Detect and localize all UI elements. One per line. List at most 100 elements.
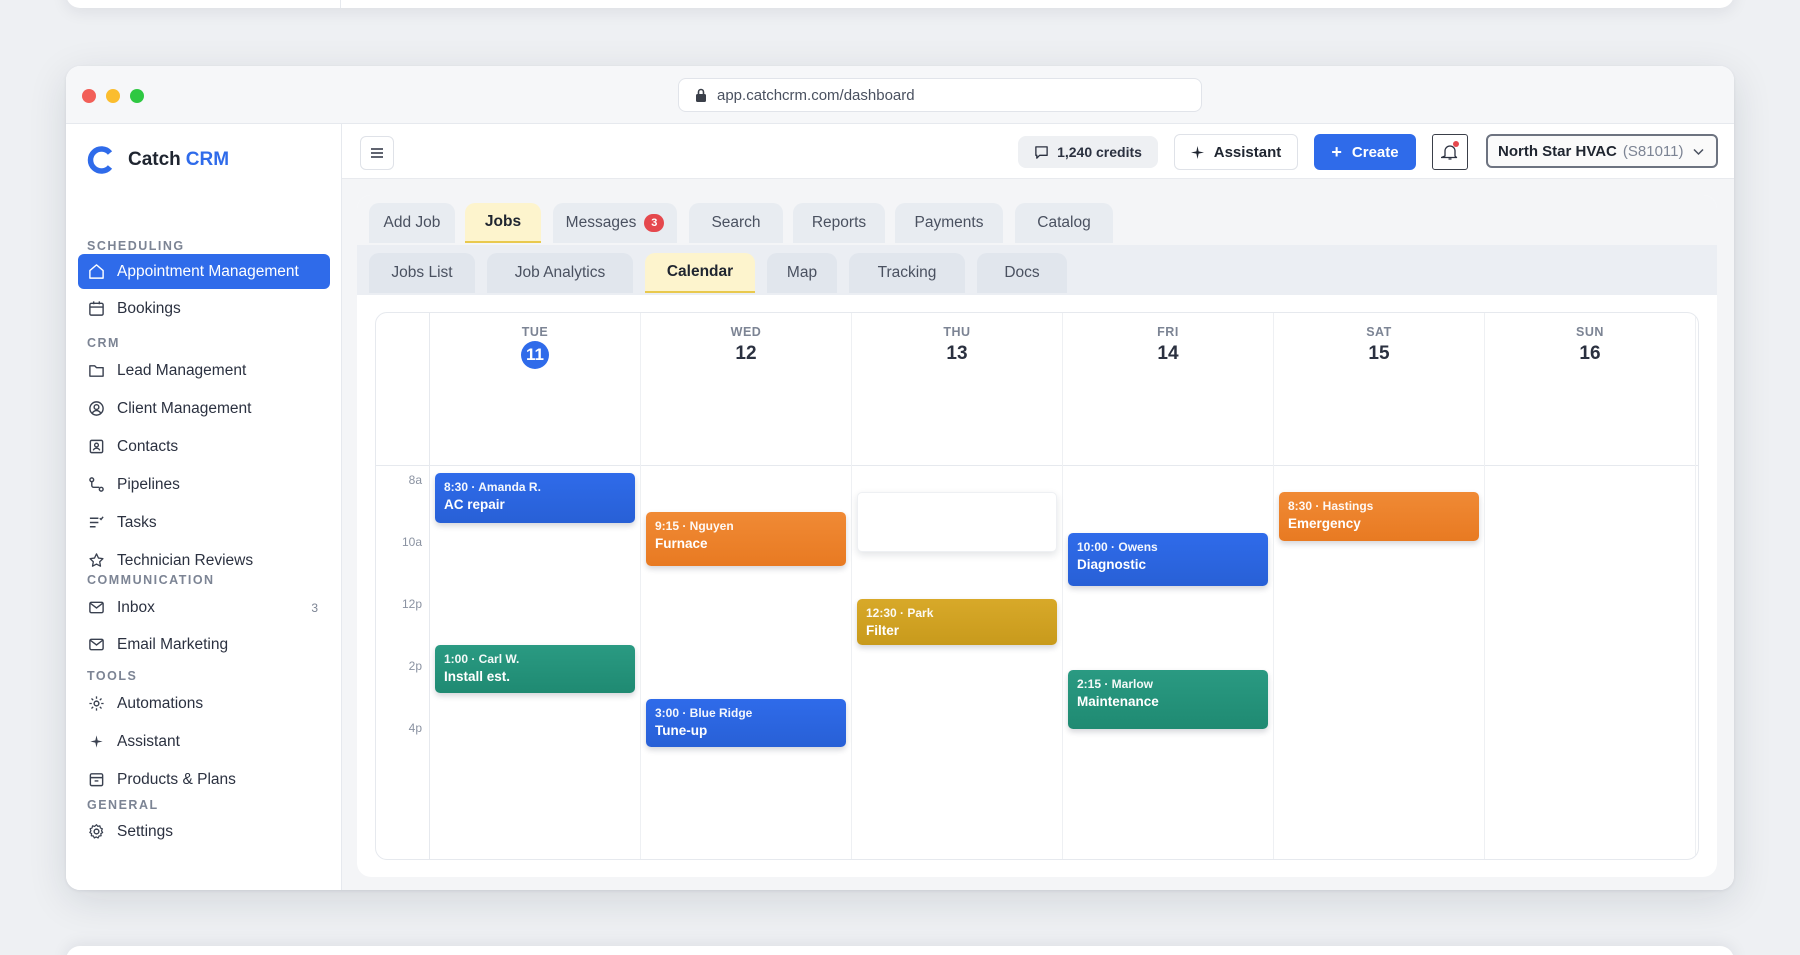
box-icon — [89, 773, 104, 787]
sidebar-item-label: Email Marketing — [117, 635, 229, 653]
day-number[interactable]: 13 — [852, 343, 1062, 365]
day-number[interactable]: 12 — [641, 343, 851, 365]
tab-label: Jobs List — [391, 264, 453, 281]
day-number[interactable]: 16 — [1485, 343, 1695, 365]
subtab-docs[interactable]: Docs — [977, 253, 1067, 293]
subtab-map[interactable]: Map — [767, 253, 837, 293]
tab-label: Reports — [811, 214, 867, 231]
sidebar-item-assistant[interactable]: Assistant — [78, 724, 330, 759]
address-bar[interactable]: app.catchcrm.com/dashboard — [678, 78, 1202, 112]
catch-logo-icon — [87, 146, 113, 174]
tab-jobs[interactable]: Jobs — [465, 203, 541, 243]
brand-accent: CRM — [185, 149, 230, 170]
event-title: AC repair — [444, 497, 505, 512]
sidebar-section-title: COMMUNICATION — [87, 573, 215, 587]
subtab-tracking[interactable]: Tracking — [849, 253, 965, 293]
tab-reports[interactable]: Reports — [793, 203, 885, 243]
calendar-icon — [89, 301, 104, 316]
sidebar-item-label: Assistant — [117, 732, 180, 750]
assistant-button[interactable]: Assistant — [1174, 134, 1298, 170]
event-time: 3:00 · Blue Ridge — [655, 706, 753, 721]
sidebar-item-appointment-management[interactable]: Appointment Management — [78, 254, 330, 289]
sidebar-item-automations[interactable]: Automations — [78, 686, 330, 721]
sidebar-item-inbox[interactable]: Inbox 3 — [78, 590, 330, 625]
tab-label: Job Analytics — [514, 264, 606, 281]
hour-label: 2p — [408, 659, 422, 673]
tab-catalog[interactable]: Catalog — [1015, 203, 1113, 243]
sidebar-item-bookings[interactable]: Bookings — [78, 291, 330, 326]
event-title: Maintenance — [1077, 693, 1159, 709]
sidebar-item-label: Pipelines — [117, 475, 180, 493]
placeholder-event[interactable] — [857, 491, 1057, 553]
menu-toggle-button[interactable] — [360, 136, 394, 170]
day-name: THU — [943, 325, 971, 339]
appointment-event[interactable]: 2:15 · Marlow Maintenance — [1068, 669, 1268, 729]
tab-label: Map — [786, 264, 818, 281]
minimize-window-button[interactable] — [106, 89, 120, 103]
day-number[interactable]: 15 — [1274, 343, 1484, 365]
tab-label: Docs — [1004, 264, 1040, 281]
close-window-button[interactable] — [82, 89, 96, 103]
appointment-event[interactable]: 10:00 · Owens Diagnostic — [1068, 533, 1268, 587]
user-circle-icon — [89, 401, 104, 416]
folder-icon — [89, 365, 104, 377]
subtab-jobs-list[interactable]: Jobs List — [369, 253, 475, 293]
primary-tabs: Add Job Jobs Messages 3 Search Reports Payment… — [357, 195, 1717, 245]
day-number[interactable]: 14 — [1063, 343, 1273, 365]
sidebar-item-label: Products & Plans — [117, 770, 236, 788]
star-icon — [89, 553, 104, 567]
tab-search[interactable]: Search — [689, 203, 783, 243]
sidebar-item-client-management[interactable]: Client Management — [78, 391, 330, 426]
pipeline-icon — [89, 477, 104, 492]
sidebar-item-label: Tasks — [117, 513, 157, 531]
event-title: Diagnostic — [1077, 557, 1147, 573]
day-name: WED — [730, 325, 762, 339]
tab-label: Add Job — [383, 214, 441, 231]
notification-dot — [1453, 141, 1459, 147]
sidebar-item-products-plans[interactable]: Products & Plans — [78, 762, 330, 797]
tab-label: Tracking — [877, 264, 937, 281]
account-switcher[interactable]: North Star HVAC (S81011) — [1486, 134, 1718, 168]
sidebar-item-label: Contacts — [117, 437, 179, 455]
lock-icon — [696, 88, 706, 102]
credits-pill[interactable]: 1,240 credits — [1018, 136, 1158, 168]
sidebar-item-label: Appointment Management — [117, 262, 299, 280]
subtab-calendar[interactable]: Calendar — [645, 253, 755, 293]
brand-logo[interactable]: Catch CRM — [86, 144, 229, 176]
tab-payments[interactable]: Payments — [895, 203, 1003, 243]
tab-add-job[interactable]: Add Job — [369, 203, 455, 243]
event-title: Tune-up — [655, 723, 708, 739]
day-column: SUN 16 — [1485, 313, 1696, 859]
subtab-job-analytics[interactable]: Job Analytics — [487, 253, 633, 293]
day-name: FRI — [1157, 325, 1179, 339]
assistant-label: Assistant — [1213, 143, 1282, 161]
tab-messages[interactable]: Messages 3 — [553, 203, 677, 243]
sidebar-item-settings[interactable]: Settings — [78, 814, 330, 849]
appointment-event[interactable]: 8:30 · Hastings Emergency — [1279, 491, 1479, 542]
sidebar-section-title: SCHEDULING — [87, 239, 185, 253]
contact-card-icon — [89, 439, 104, 454]
sidebar-item-contacts[interactable]: Contacts — [78, 429, 330, 464]
appointment-event[interactable]: 1:00 · Carl W. Install est. — [435, 645, 635, 694]
appointment-event[interactable]: 12:30 · Park Filter — [857, 598, 1057, 646]
sidebar-item-email-marketing[interactable]: Email Marketing — [78, 627, 330, 662]
create-button[interactable]: + Create — [1314, 134, 1416, 170]
time-gutter — [376, 313, 430, 859]
hamburger-icon — [371, 148, 383, 158]
sidebar-item-label: Inbox — [117, 598, 155, 616]
sidebar-item-lead-management[interactable]: Lead Management — [78, 353, 330, 388]
browser-titlebar: app.catchcrm.com/dashboard — [66, 66, 1734, 124]
today-date[interactable]: 11 — [430, 341, 640, 369]
appointment-event[interactable]: 3:00 · Blue Ridge Tune-up — [646, 699, 846, 748]
gear-icon — [89, 824, 104, 839]
event-time: 12:30 · Park — [866, 605, 934, 620]
appointment-event[interactable]: 9:15 · Nguyen Furnace — [646, 511, 846, 566]
appointment-event[interactable]: 8:30 · Amanda R. AC repair — [435, 473, 635, 523]
sidebar-item-tasks[interactable]: Tasks — [78, 505, 330, 540]
event-title: Install est. — [444, 669, 511, 685]
maximize-window-button[interactable] — [130, 89, 144, 103]
sidebar-item-pipelines[interactable]: Pipelines — [78, 467, 330, 502]
sidebar-item-label: Automations — [117, 694, 204, 712]
tasks-icon — [89, 516, 104, 528]
notifications-button[interactable] — [1432, 134, 1468, 170]
